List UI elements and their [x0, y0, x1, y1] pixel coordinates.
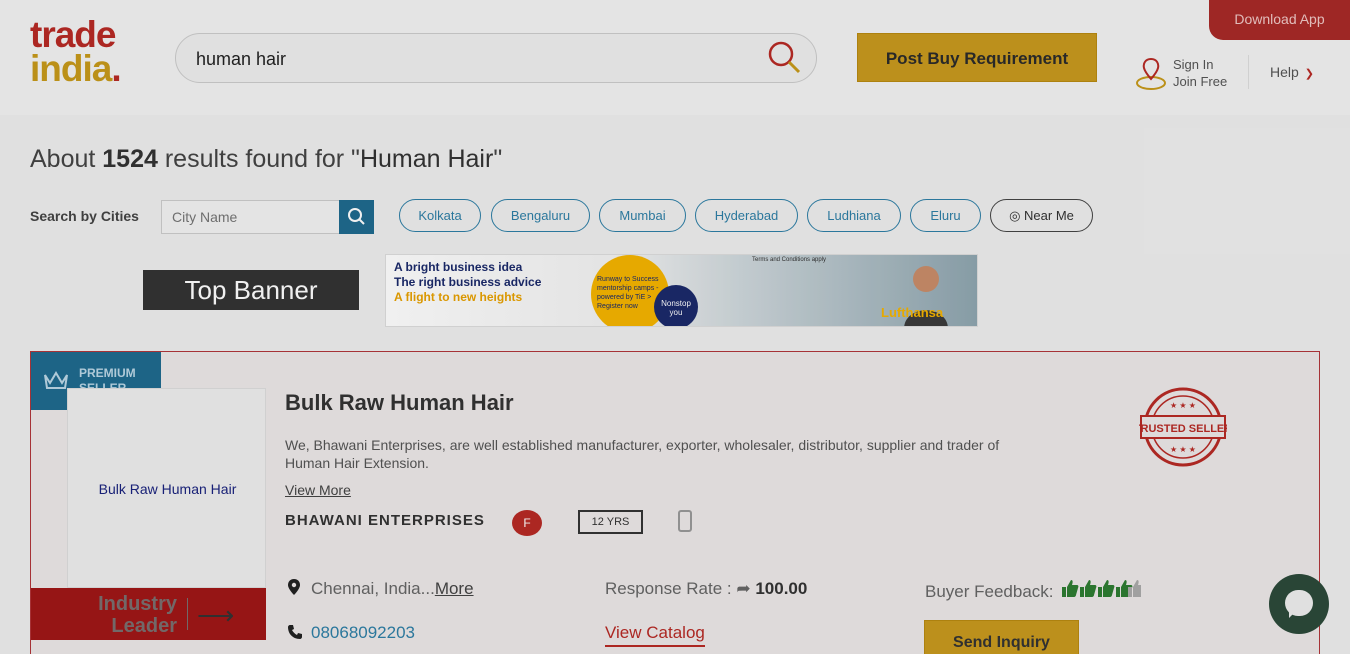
near-me-button[interactable]: ◎ Near Me	[990, 199, 1093, 232]
cities-label: Search by Cities	[30, 208, 139, 224]
search-box[interactable]	[175, 33, 817, 83]
results-query: Human Hair	[359, 145, 494, 173]
location-target-icon: ◎	[1009, 208, 1021, 223]
logo-line1: trade	[30, 14, 116, 55]
feedback-rating	[1061, 578, 1141, 603]
seller-phone-link[interactable]: 08068092203	[311, 623, 415, 643]
user-pin-icon[interactable]	[1135, 55, 1167, 91]
results-prefix: About	[30, 145, 103, 173]
banner-pointer-arrow	[362, 280, 374, 300]
company-name[interactable]: BHAWANI ENTERPRISES	[285, 512, 485, 529]
product-thumbnail[interactable]: Bulk Raw Human Hair	[67, 388, 266, 588]
phone-icon	[288, 625, 302, 639]
listing-card: PREMIUM SELLER Bulk Raw Human Hair Indus…	[30, 351, 1320, 654]
response-rate: Response Rate : ➦ 100.00	[605, 579, 808, 598]
banner-nonstop-badge: Nonstop you	[654, 285, 698, 326]
product-description: We, Bhawani Enterprises, are well establ…	[285, 437, 1000, 471]
f-badge: F	[512, 510, 542, 536]
seller-location: Chennai, India...More	[311, 579, 474, 598]
city-chip-ludhiana[interactable]: Ludhiana	[807, 199, 901, 232]
results-middle: results found for "	[157, 145, 360, 173]
top-banner-ad[interactable]: A bright business idea The right busines…	[385, 254, 978, 327]
search-icon	[348, 208, 365, 225]
send-inquiry-button[interactable]: Send Inquiry	[924, 620, 1079, 654]
search-icon[interactable]	[766, 40, 802, 76]
response-rate-value: 100.00	[755, 579, 808, 598]
crown-icon	[44, 371, 68, 389]
industry-leader-text: Industry Leader	[98, 593, 177, 637]
years-badge: 12 YRS	[578, 510, 643, 534]
svg-text:★ ★ ★: ★ ★ ★	[1170, 401, 1196, 410]
banner-line3: A flight to new heights	[394, 290, 523, 304]
city-chip-eluru[interactable]: Eluru	[910, 199, 981, 232]
banner-terms: Terms and Conditions apply	[752, 257, 827, 263]
sign-in-link[interactable]: Sign In	[1173, 56, 1227, 73]
banner-line1: A bright business idea	[394, 260, 523, 274]
location-more-link[interactable]: More	[435, 579, 474, 598]
chevron-down-icon: ❯	[1304, 68, 1315, 80]
account-links[interactable]: Sign In Join Free	[1173, 56, 1227, 90]
post-buy-requirement-button[interactable]: Post Buy Requirement	[857, 33, 1097, 82]
industry-divider	[187, 598, 188, 630]
logo-line2: india.	[30, 48, 122, 89]
city-search-button[interactable]	[339, 200, 374, 234]
join-free-link[interactable]: Join Free	[1173, 73, 1227, 90]
svg-text:TRUSTED SELLER: TRUSTED SELLER	[1139, 423, 1227, 435]
city-chip-hyderabad[interactable]: Hyderabad	[695, 199, 798, 232]
download-app-button[interactable]: Download App	[1209, 0, 1350, 40]
lufthansa-logo: Lufthansa	[881, 305, 944, 320]
thumbs-up-icon	[1062, 580, 1141, 597]
city-chip-mumbai[interactable]: Mumbai	[599, 199, 686, 232]
chat-widget-button[interactable]	[1269, 574, 1329, 634]
premium-line1: PREMIUM	[79, 366, 136, 380]
mobile-phone-icon	[678, 510, 692, 532]
search-input[interactable]	[196, 46, 756, 72]
view-catalog-link[interactable]: View Catalog	[605, 623, 705, 647]
industry-leader-badge[interactable]: Industry Leader ⟶	[31, 588, 266, 640]
product-title[interactable]: Bulk Raw Human Hair	[285, 390, 514, 416]
header-divider	[1248, 55, 1249, 89]
header: trade india. Post Buy Requirement Downlo…	[0, 0, 1350, 115]
top-banner-label: Top Banner	[141, 268, 361, 312]
arrow-right-icon: ⟶	[197, 600, 235, 630]
help-label: Help	[1270, 64, 1299, 80]
tradeindia-logo[interactable]: trade india.	[30, 14, 122, 89]
trusted-seller-stamp: TRUSTED SELLER ★ ★ ★ ★ ★ ★	[1139, 387, 1227, 467]
location-pin-icon	[288, 579, 300, 595]
share-arrow-icon: ➦	[736, 579, 751, 598]
city-chip-kolkata[interactable]: Kolkata	[399, 199, 481, 232]
results-heading: About 1524 results found for "Human Hair…	[30, 145, 502, 174]
buyer-feedback-label: Buyer Feedback:	[925, 582, 1054, 601]
chat-bubble-tail	[1289, 610, 1297, 618]
results-count: 1524	[102, 145, 158, 173]
thumbnail-title: Bulk Raw Human Hair	[98, 481, 237, 497]
city-chip-bengaluru[interactable]: Bengaluru	[491, 199, 590, 232]
view-more-link[interactable]: View More	[285, 482, 351, 498]
near-me-label: Near Me	[1024, 208, 1074, 223]
help-menu[interactable]: Help ❯	[1270, 64, 1314, 80]
svg-text:★ ★ ★: ★ ★ ★	[1170, 445, 1196, 454]
results-suffix: "	[493, 145, 503, 173]
city-name-input[interactable]	[161, 200, 341, 234]
banner-line2: The right business advice	[394, 275, 542, 289]
